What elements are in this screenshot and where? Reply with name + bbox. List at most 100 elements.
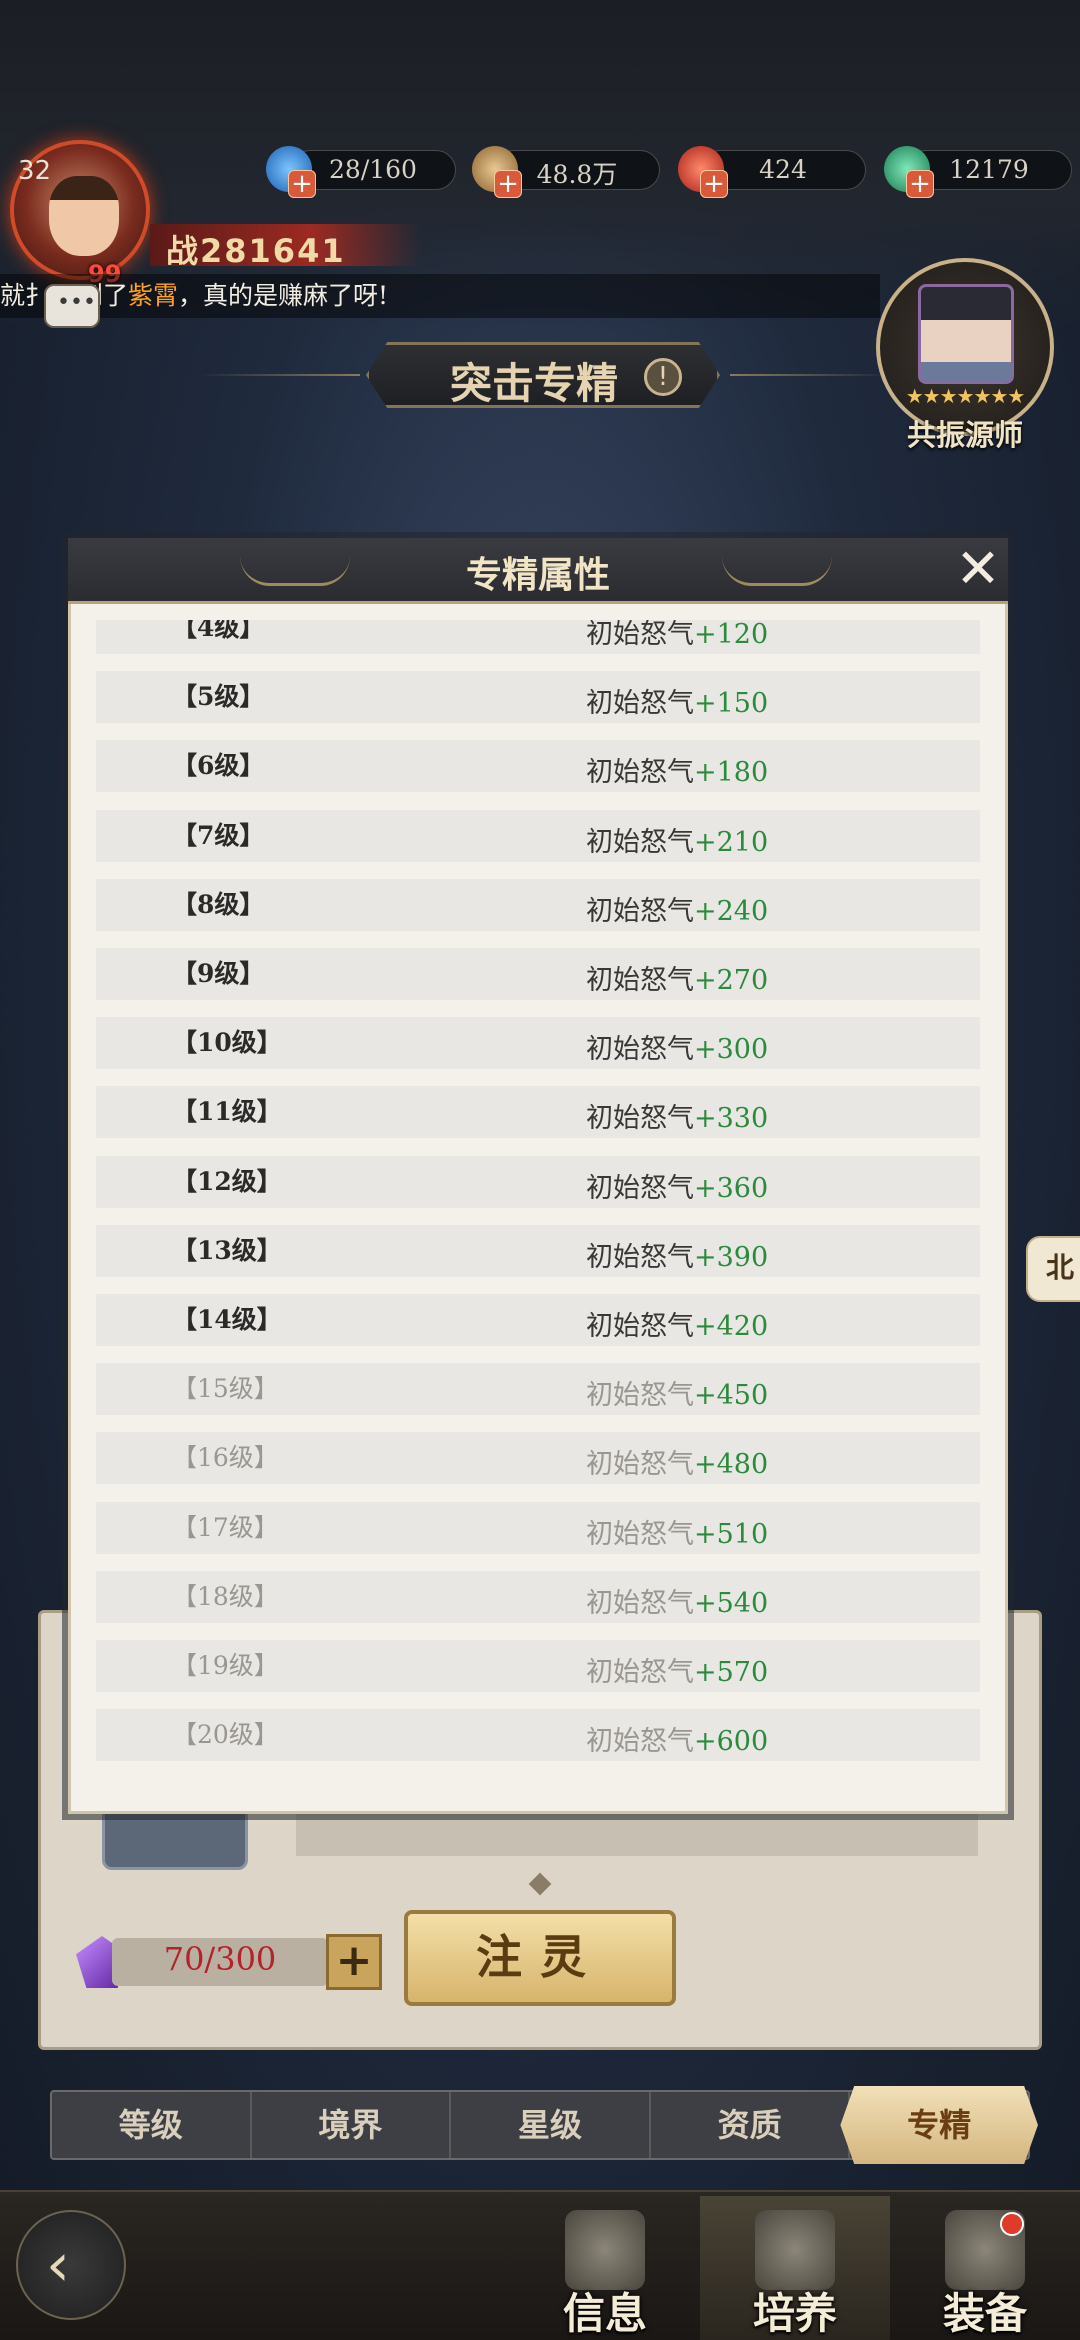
row-attribute: 初始怒气+120: [586, 620, 768, 651]
attribute-name: 初始怒气: [586, 1726, 694, 1758]
attribute-row: 【4级】 初始怒气+120: [96, 620, 980, 654]
tab-star[interactable]: 星级: [451, 2092, 651, 2158]
resonance-master-button[interactable]: [876, 258, 1054, 436]
nav-equipment[interactable]: 装备: [890, 2196, 1080, 2340]
attribute-name: 初始怒气: [586, 1172, 694, 1204]
combat-power: 战281641: [166, 232, 346, 270]
attribute-bonus: +240: [694, 895, 769, 927]
tab-aptitude[interactable]: 资质: [651, 2092, 851, 2158]
row-attribute: 初始怒气+150: [586, 681, 768, 720]
add-energy-button[interactable]: +: [326, 1934, 382, 1990]
attribute-bonus: +120: [694, 620, 769, 650]
row-attribute: 初始怒气+600: [586, 1719, 768, 1758]
row-level: 【14级】: [172, 1305, 282, 1334]
row-level: 【7级】: [172, 820, 265, 850]
attribute-list[interactable]: 【4级】 初始怒气+120 【5级】 初始怒气+150 【6级】 初始怒气+180 【7级】…: [96, 620, 980, 1780]
row-level: 【12级】: [172, 1166, 282, 1196]
nav-label: 培养: [752, 2289, 837, 2338]
attribute-row: 【5级】 初始怒气+150: [96, 671, 980, 724]
row-level: 【9级】: [172, 959, 265, 988]
attribute-name: 初始怒气: [586, 1587, 694, 1619]
cultivation-tabs: 等级 境界 星级 资质 专精: [50, 2086, 1038, 2164]
attribute-name: 初始怒气: [586, 1449, 694, 1481]
row-attribute: 初始怒气+420: [586, 1304, 768, 1343]
attribute-row: 【7级】 初始怒气+210: [96, 809, 980, 862]
attribute-bonus: +390: [694, 1241, 769, 1273]
attribute-name: 初始怒气: [586, 1380, 694, 1412]
chat-bubble-icon[interactable]: [44, 284, 100, 328]
player-level: 32: [18, 156, 52, 186]
row-attribute: 初始怒气+540: [586, 1581, 768, 1620]
attribute-name: 初始怒气: [586, 620, 694, 650]
attribute-name: 初始怒气: [586, 1518, 694, 1550]
modal-title: 专精属性: [465, 554, 610, 596]
attribute-row: 【6级】 初始怒气+180: [96, 740, 980, 793]
attribute-name: 初始怒气: [586, 1311, 694, 1342]
close-icon[interactable]: ✕: [952, 542, 1004, 598]
row-level: 【11级】: [172, 1097, 282, 1127]
row-attribute: 初始怒气+510: [586, 1512, 768, 1551]
add-water-button[interactable]: +: [288, 170, 316, 198]
row-attribute: 初始怒气+360: [586, 1166, 768, 1205]
attribute-name: 初始怒气: [586, 757, 694, 789]
attribute-bonus: +600: [694, 1726, 769, 1758]
energy-value: 70/300: [163, 1940, 277, 1978]
row-level: 【13级】: [172, 1235, 282, 1265]
attribute-bonus: +570: [694, 1657, 769, 1688]
row-attribute: 初始怒气+570: [586, 1650, 768, 1689]
marquee-text-end: ，真的是赚麻了呀!: [178, 281, 389, 310]
attribute-bonus: +450: [694, 1380, 769, 1412]
notification-dot: [1000, 2212, 1024, 2236]
row-level: 【8级】: [172, 889, 265, 919]
nav-label: 信息: [562, 2289, 647, 2338]
marquee-text-start: 就扌: [0, 281, 51, 310]
row-level: 【18级】: [172, 1581, 279, 1611]
attribute-name: 初始怒气: [586, 1241, 694, 1273]
title-divider-left: [200, 374, 360, 376]
page-title: 突击专精: [450, 359, 619, 408]
upgrade-arrows-icon: [755, 2210, 835, 2290]
tab-realm[interactable]: 境界: [252, 2092, 452, 2158]
attribute-name: 初始怒气: [586, 1103, 694, 1135]
row-attribute: 初始怒气+480: [586, 1442, 768, 1481]
row-level: 【15级】: [172, 1374, 279, 1404]
add-red-button[interactable]: +: [700, 170, 728, 198]
attribute-row: 【16级】 初始怒气+480: [96, 1432, 980, 1485]
info-icon[interactable]: !: [644, 358, 682, 396]
row-level: 【5级】: [172, 682, 265, 712]
row-level: 【20级】: [172, 1720, 279, 1750]
back-button[interactable]: ‹: [16, 2210, 126, 2320]
attribute-bonus: +210: [694, 826, 769, 858]
row-level: 【16级】: [172, 1443, 279, 1473]
attribute-bonus: +300: [694, 1034, 769, 1066]
back-arrow-icon: ‹: [46, 2230, 70, 2300]
row-attribute: 初始怒气+270: [586, 958, 768, 997]
row-attribute: 初始怒气+240: [586, 889, 768, 928]
add-coin-button[interactable]: +: [494, 170, 522, 198]
attribute-name: 初始怒气: [586, 965, 694, 996]
attribute-row: 【8级】 初始怒气+240: [96, 878, 980, 931]
attribute-bonus: +150: [694, 688, 769, 720]
row-level: 【17级】: [172, 1512, 279, 1542]
attribute-row: 【9级】 初始怒气+270: [96, 948, 980, 1000]
attribute-row: 【20级】 初始怒气+600: [96, 1709, 980, 1762]
side-tab[interactable]: 北: [1026, 1236, 1080, 1302]
attribute-bonus: +420: [694, 1311, 769, 1342]
nav-info[interactable]: 信息: [510, 2196, 700, 2340]
attribute-bonus: +330: [694, 1103, 769, 1135]
nav-cultivate[interactable]: 培养: [700, 2196, 890, 2340]
attribute-bonus: +270: [694, 965, 769, 996]
tab-level[interactable]: 等级: [52, 2092, 252, 2158]
attribute-name: 初始怒气: [586, 688, 694, 720]
add-jade-button[interactable]: +: [906, 170, 934, 198]
row-attribute: 初始怒气+300: [586, 1027, 768, 1066]
attribute-row: 【14级】 初始怒气+420: [96, 1294, 980, 1346]
star-rating: ★★★★★★★: [905, 384, 1026, 408]
attribute-name: 初始怒气: [586, 1657, 694, 1688]
resonance-portrait: [918, 284, 1014, 384]
marquee-highlight: 紫霄: [128, 281, 179, 310]
inject-spirit-button[interactable]: 注灵: [404, 1910, 676, 2006]
tab-specialization[interactable]: 专精: [840, 2086, 1038, 2164]
attribute-bonus: +540: [694, 1587, 769, 1619]
row-attribute: 初始怒气+330: [586, 1096, 768, 1135]
